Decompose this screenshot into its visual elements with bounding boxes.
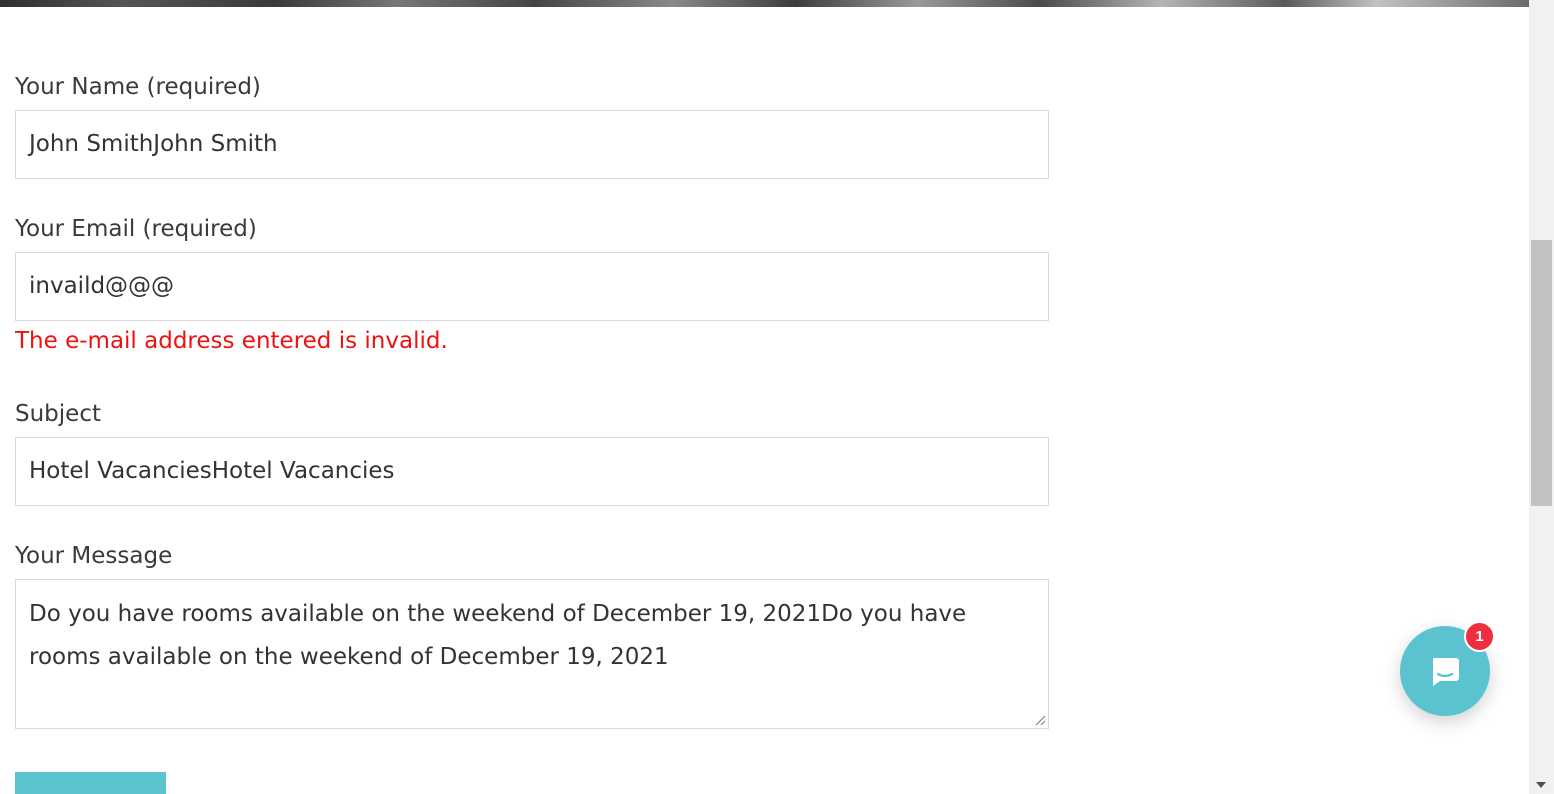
chat-bubble-icon <box>1432 658 1459 686</box>
message-textarea[interactable]: Do you have rooms available on the weeke… <box>15 579 1049 729</box>
subject-field[interactable]: Hotel VacanciesHotel Vacancies <box>15 437 1049 506</box>
resize-handle-icon[interactable] <box>1034 714 1046 726</box>
subject-label: Subject <box>15 401 101 427</box>
notification-badge: 1 <box>1464 621 1495 652</box>
header-image-strip <box>0 0 1529 7</box>
scroll-down-arrow-icon[interactable] <box>1536 782 1546 788</box>
message-label: Your Message <box>15 543 173 569</box>
email-error-message: The e-mail address entered is invalid. <box>15 328 448 354</box>
name-field[interactable]: John SmithJohn Smith <box>15 110 1049 179</box>
email-field[interactable]: invaild@@@ <box>15 252 1049 321</box>
message-text: Do you have rooms available on the weeke… <box>29 601 967 670</box>
email-label: Your Email (required) <box>15 216 257 242</box>
scrollbar-thumb[interactable] <box>1531 240 1552 506</box>
page-scrollbar[interactable] <box>1529 0 1554 794</box>
submit-button[interactable] <box>15 772 166 794</box>
name-label: Your Name (required) <box>15 74 261 100</box>
